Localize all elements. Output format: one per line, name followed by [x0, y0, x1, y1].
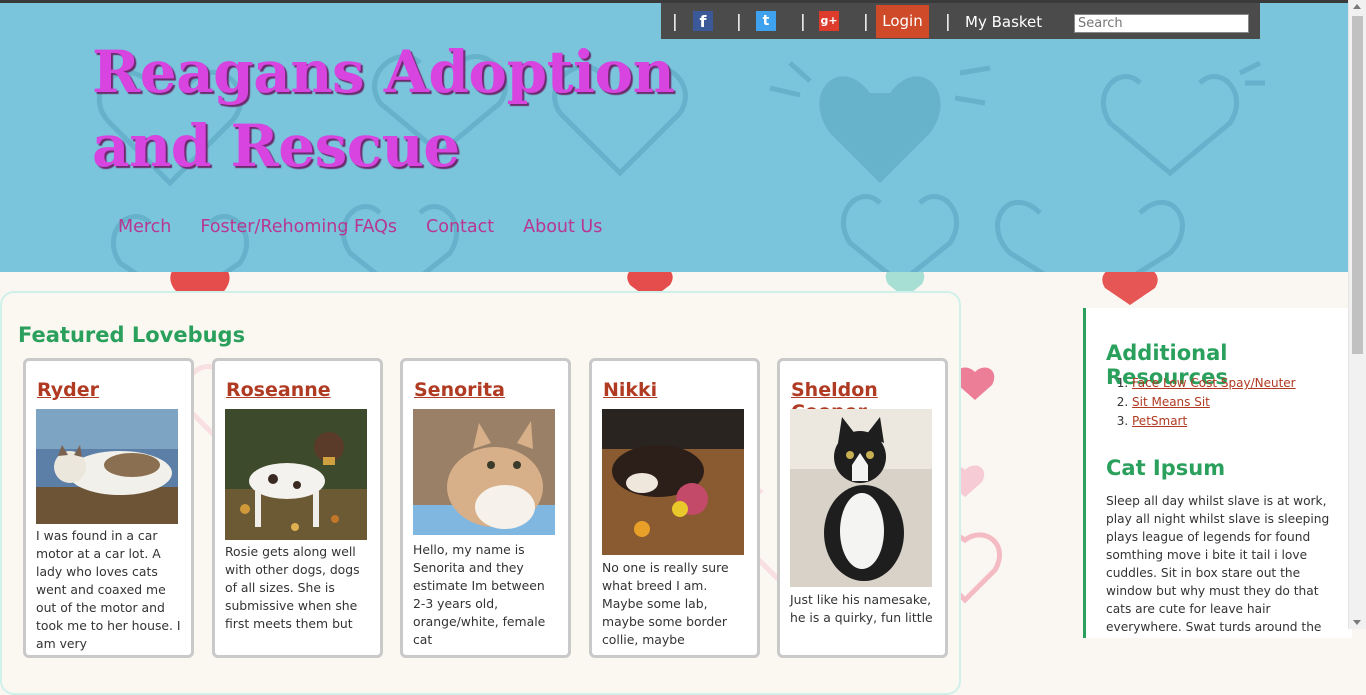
separator: |: [800, 12, 806, 32]
window-top-border: [0, 0, 1366, 3]
pet-photo[interactable]: [413, 409, 555, 535]
resource-link-petsmart[interactable]: PetSmart: [1132, 414, 1187, 428]
list-item: Face Low Cost Spay/Neuter: [1132, 374, 1296, 393]
pet-description: No one is really sure what breed I am. M…: [602, 560, 729, 647]
site-title: Reagans Adoption and Rescue: [92, 35, 675, 183]
site-title-line-2: and Rescue: [92, 112, 460, 180]
pet-card-ryder: Ryder I was found in a car motor at a ca…: [23, 358, 194, 658]
pet-card-senorita: Senorita Hello, my name is Senorita and …: [400, 358, 571, 658]
resources-list: Face Low Cost Spay/Neuter Sit Means Sit …: [1106, 374, 1296, 431]
site-title-line-1: Reagans Adoption: [92, 38, 675, 106]
nav-link-merch[interactable]: Merch: [118, 217, 171, 237]
resource-link-sit-means-sit[interactable]: Sit Means Sit: [1132, 395, 1210, 409]
separator: |: [672, 12, 678, 32]
my-basket-link[interactable]: My Basket: [965, 13, 1042, 31]
cat-ipsum-title: Cat Ipsum: [1106, 456, 1226, 480]
pet-name-link[interactable]: Nikki: [603, 379, 657, 401]
pet-photo[interactable]: [225, 409, 367, 540]
pet-name-link[interactable]: Roseanne: [226, 379, 331, 401]
pet-photo[interactable]: [36, 409, 178, 524]
nav-link-about-us[interactable]: About Us: [523, 217, 602, 237]
facebook-glyph: f: [699, 12, 707, 31]
list-item: Sit Means Sit: [1132, 393, 1296, 412]
nav-link-foster-faqs[interactable]: Foster/Rehoming FAQs: [200, 217, 397, 237]
utility-bar: | f | t | g+ | Login | My Basket: [661, 3, 1260, 39]
pet-photo[interactable]: [790, 409, 932, 587]
scrollbar-thumb[interactable]: [1352, 16, 1363, 354]
featured-title: Featured Lovebugs: [18, 323, 246, 347]
resource-link-spay-neuter[interactable]: Face Low Cost Spay/Neuter: [1132, 376, 1296, 390]
pet-card-roseanne: Roseanne Rosie gets along well with othe…: [212, 358, 383, 658]
separator: |: [945, 12, 951, 32]
pet-description: I was found in a car motor at a car lot.…: [36, 528, 181, 651]
featured-section: Featured Lovebugs Ryder I was found in a…: [0, 291, 961, 695]
pet-name-link[interactable]: Ryder: [37, 379, 99, 401]
pet-card-sheldon-cooper: Sheldon Cooper Just like his namesake, h…: [777, 358, 948, 658]
scroll-down-arrow-icon[interactable]: [1353, 620, 1361, 625]
facebook-icon[interactable]: f: [693, 11, 713, 31]
nav-link-contact[interactable]: Contact: [426, 217, 494, 237]
main-navigation: Merch Foster/Rehoming FAQs Contact About…: [118, 217, 602, 237]
separator: |: [863, 12, 869, 32]
separator: |: [736, 12, 742, 32]
vertical-scrollbar[interactable]: [1348, 0, 1366, 629]
twitter-glyph: t: [762, 13, 770, 29]
pet-card-nikki: Nikki No one is really sure what breed I…: [589, 358, 760, 658]
cat-ipsum-text: Sleep all day whilst slave is at work, p…: [1106, 494, 1330, 634]
login-button[interactable]: Login: [876, 5, 929, 38]
pet-photo[interactable]: [602, 409, 744, 555]
sidebar: Additional Resources Face Low Cost Spay/…: [1083, 308, 1352, 638]
pet-description: Rosie gets along well with other dogs, d…: [225, 544, 360, 631]
pet-description: Just like his namesake, he is a quirky, …: [790, 592, 933, 625]
list-item: PetSmart: [1132, 412, 1296, 431]
pet-description: Hello, my name is Senorita and they esti…: [413, 542, 546, 647]
scroll-up-arrow-icon[interactable]: [1353, 4, 1361, 9]
pet-name-link[interactable]: Senorita: [414, 379, 505, 401]
google-plus-glyph: g+: [820, 14, 838, 27]
search-input[interactable]: [1074, 14, 1249, 33]
site-header: Reagans Adoption and Rescue Merch Foster…: [0, 3, 1349, 272]
google-plus-icon[interactable]: g+: [819, 11, 839, 31]
twitter-icon[interactable]: t: [756, 11, 776, 31]
